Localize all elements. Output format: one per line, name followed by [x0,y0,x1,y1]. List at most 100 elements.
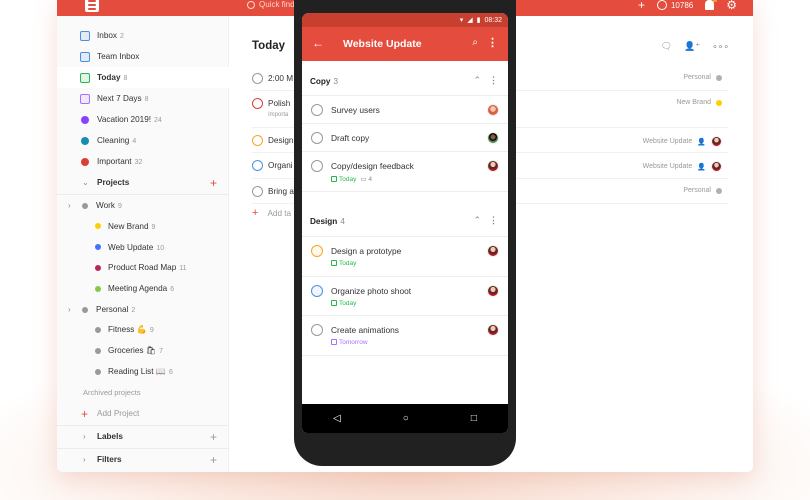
add-task-button[interactable]: + Add ta [252,208,291,219]
task-checkbox[interactable] [311,104,323,116]
comment-icon[interactable]: 🗨 [661,41,672,52]
item-count: 6 [168,368,173,376]
more-options-icon[interactable]: ∘∘∘ [712,41,729,52]
task-title: Organi [268,161,293,170]
project-item[interactable]: Fitness 💪 9 [57,320,229,341]
assignee-avatar[interactable] [487,104,499,116]
task-row[interactable]: Design a prototype Today [302,237,508,277]
assignee-avatar[interactable] [711,136,722,147]
project-item[interactable]: Reading List 📖 6 [57,361,229,382]
task-project[interactable]: Website Update 👤 [643,161,722,172]
comment-count[interactable]: ▭ 4 [360,175,372,183]
assignee-avatar[interactable] [487,160,499,172]
search-icon [247,0,255,9]
task-project[interactable]: Website Update 👤 [643,136,722,147]
filters-header[interactable]: › Filters + [57,449,229,470]
settings-gear-icon[interactable]: ⚙ [726,0,737,11]
nav-recents-icon[interactable]: □ [471,413,477,424]
add-project-button[interactable]: + Add Project [57,403,229,424]
todoist-logo-icon[interactable] [85,0,99,12]
due-date[interactable]: Tomorrow [331,339,368,346]
sidebar-item-vacation-2019[interactable]: Vacation 2019! 24 [57,109,229,130]
section-header[interactable]: Copy 3 ⌃ ⋮ [302,61,508,96]
section-count: 3 [333,77,339,86]
project-item[interactable]: Groceries 🛍 7 [57,341,229,362]
task-title: 2:00 M [268,74,294,83]
collapse-chevron-icon[interactable]: ⌃ [473,215,481,226]
add-project-plus-icon[interactable]: + [210,176,217,190]
quick-find-input[interactable]: Quick find [247,0,295,9]
add-filter-plus-icon[interactable]: + [210,453,217,467]
task-checkbox[interactable] [252,73,263,84]
task-row[interactable]: Draft copy [302,124,508,152]
task-row[interactable]: Organize photo shoot Today [302,277,508,316]
task-subtitle: Importa [268,112,289,118]
assignee-avatar[interactable] [487,132,499,144]
more-vert-icon[interactable]: ⋮ [487,36,498,49]
sidebar-item-inbox[interactable]: Inbox 2 [57,25,229,46]
task-checkbox[interactable] [311,132,323,144]
sidebar-item-today[interactable]: Today 8 [57,67,229,88]
item-count: 9 [117,203,122,210]
task-checkbox[interactable] [311,324,323,336]
task-project[interactable]: Personal [683,187,722,194]
team-inbox-icon [79,51,90,62]
task-row[interactable]: Copy/design feedback Today ▭ 4 [302,152,508,192]
back-arrow-icon[interactable]: ← [312,36,324,50]
sidebar-item-cleaning[interactable]: Cleaning 4 [57,130,229,151]
due-date[interactable]: Today [331,260,356,267]
assignee-avatar[interactable] [487,324,499,336]
task-row[interactable]: Survey users [302,96,508,124]
section-header[interactable]: Design 4 ⌃ ⋮ [302,201,508,237]
task-checkbox[interactable] [252,160,263,171]
share-user-icon[interactable]: 👤⁺ [684,41,700,52]
nav-back-icon[interactable]: ◁ [333,413,341,424]
due-date[interactable]: Today [331,176,356,183]
task-title: Design a prototype [331,246,402,256]
karma-button[interactable]: 10786 [656,0,693,10]
project-item[interactable]: New Brand 9 [57,216,229,237]
task-row[interactable]: Create animations Tomorrow [302,316,508,356]
task-checkbox[interactable] [311,245,323,257]
project-item[interactable]: › Work 9 [57,195,229,216]
project-dot-icon [92,221,103,232]
assignee-avatar[interactable] [487,245,499,257]
drop-icon [79,156,90,167]
project-item[interactable]: › Personal 2 [57,299,229,320]
labels-header[interactable]: › Labels + [57,426,229,447]
task-checkbox[interactable] [252,135,263,146]
app-bar: ← Website Update ⌕ ⋮ [302,27,508,61]
task-checkbox[interactable] [311,285,323,297]
collapse-chevron-icon[interactable]: ⌃ [473,75,481,86]
notifications-bell-icon[interactable] [705,0,718,10]
chevron-right-icon[interactable]: › [68,305,71,314]
search-icon[interactable]: ⌕ [472,37,478,48]
chevron-right-icon[interactable]: › [68,201,71,210]
projects-header[interactable]: ⌄ Projects + [57,172,229,193]
section-more-icon[interactable]: ⋮ [489,75,498,86]
nav-home-icon[interactable]: ○ [403,413,409,424]
assignee-avatar[interactable] [487,285,499,297]
inbox-icon [79,30,90,41]
project-item[interactable]: Meeting Agenda 6 [57,278,229,299]
project-item[interactable]: Product Road Map 11 [57,257,229,278]
task-project[interactable]: Personal [683,74,722,81]
sidebar-item-important[interactable]: Important 32 [57,151,229,172]
section-more-icon[interactable]: ⋮ [489,215,498,226]
task-checkbox[interactable] [252,98,263,109]
assignee-avatar[interactable] [711,161,722,172]
add-task-icon[interactable]: + [638,0,645,12]
sidebar-item-team-inbox[interactable]: Team Inbox [57,46,229,67]
sidebar-item-next-7-days[interactable]: Next 7 Days 8 [57,88,229,109]
project-item[interactable]: Web Update 10 [57,237,229,258]
due-date[interactable]: Today [331,300,356,307]
add-label-plus-icon[interactable]: + [210,430,217,444]
task-checkbox[interactable] [311,160,323,172]
task-checkbox[interactable] [252,186,263,197]
project-dot-icon [79,200,90,211]
task-title: Survey users [331,105,380,115]
project-dot-icon [79,304,90,315]
archived-projects-link[interactable]: Archived projects [57,382,229,403]
item-count: 8 [123,75,128,82]
task-project[interactable]: New Brand [676,99,722,106]
